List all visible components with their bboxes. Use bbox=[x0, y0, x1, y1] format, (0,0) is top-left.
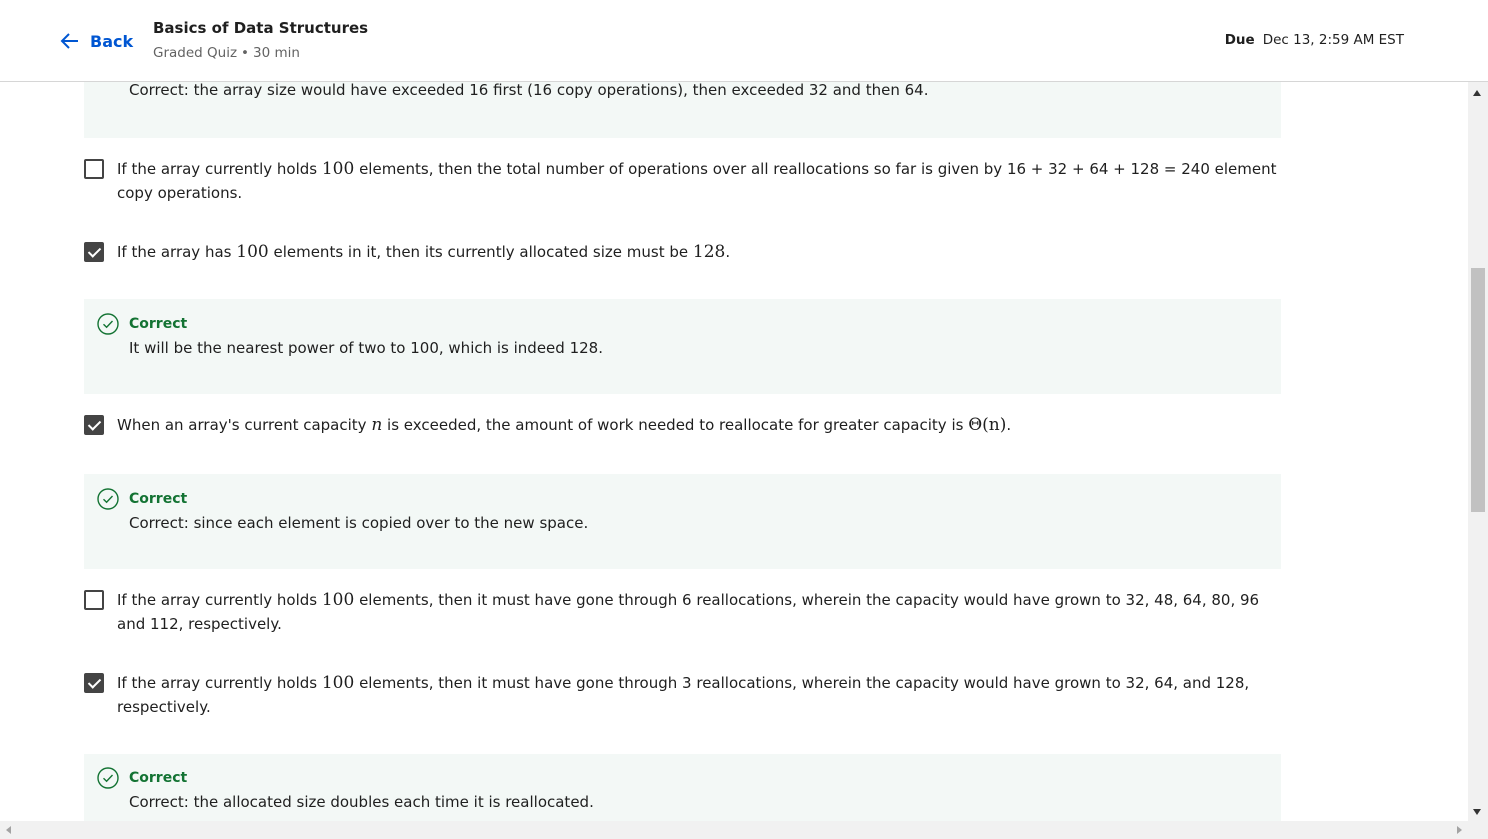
answer-option: If the array currently holds 100 element… bbox=[84, 157, 1277, 205]
feedback-title: Correct bbox=[129, 770, 188, 786]
subtitle-separator: • bbox=[241, 45, 250, 61]
back-button[interactable]: Back bbox=[58, 28, 133, 54]
feedback-text: Correct: since each element is copied ov… bbox=[129, 514, 589, 532]
option-text: If the array currently holds 100 element… bbox=[117, 159, 1277, 202]
option-checkbox[interactable] bbox=[84, 415, 104, 435]
scroll-down-icon[interactable] bbox=[1473, 809, 1481, 815]
option-text: If the array has 100 elements in it, the… bbox=[117, 242, 731, 262]
scroll-up-icon[interactable] bbox=[1473, 90, 1481, 96]
feedback-text: It will be the nearest power of two to 1… bbox=[129, 339, 603, 357]
due-label: Due bbox=[1224, 32, 1255, 48]
option-checkbox[interactable] bbox=[84, 159, 104, 179]
feedback-box: Correct Correct: the allocated size doub… bbox=[84, 754, 1281, 821]
option-text: If the array currently holds 100 element… bbox=[117, 673, 1250, 716]
option-text: If the array currently holds 100 element… bbox=[117, 590, 1260, 633]
check-circle-icon bbox=[97, 313, 119, 335]
feedback-box: Correct Correct: since each element is c… bbox=[84, 474, 1281, 569]
arrow-left-icon bbox=[60, 33, 78, 49]
horizontal-scrollbar[interactable] bbox=[0, 821, 1468, 839]
back-label: Back bbox=[90, 31, 134, 51]
scrollbar-corner bbox=[1468, 821, 1488, 839]
option-checkbox[interactable] bbox=[84, 590, 104, 610]
quiz-type: Graded Quiz bbox=[153, 45, 238, 61]
quiz-content: Correct: the array size would have excee… bbox=[0, 82, 1468, 821]
feedback-text: Correct: the allocated size doubles each… bbox=[129, 793, 594, 811]
scroll-right-icon[interactable] bbox=[1457, 826, 1462, 834]
feedback-text: Correct: the array size would have excee… bbox=[129, 82, 929, 99]
answer-option: If the array has 100 elements in it, the… bbox=[84, 240, 1274, 264]
due-date: Due Dec 13, 2:59 AM EST bbox=[1225, 32, 1404, 48]
feedback-title: Correct bbox=[129, 491, 188, 507]
scroll-left-icon[interactable] bbox=[6, 826, 11, 834]
answer-option: If the array currently holds 100 element… bbox=[84, 588, 1274, 636]
quiz-duration: 30 min bbox=[253, 45, 300, 61]
check-circle-icon bbox=[97, 767, 119, 789]
option-checkbox[interactable] bbox=[84, 242, 104, 262]
page-title: Basics of Data Structures bbox=[153, 19, 369, 37]
scrollbar-thumb[interactable] bbox=[1471, 268, 1485, 512]
answer-option: If the array currently holds 100 element… bbox=[84, 671, 1274, 719]
option-checkbox[interactable] bbox=[84, 673, 104, 693]
answer-option: When an array's current capacity n is ex… bbox=[84, 413, 1274, 437]
feedback-box: Correct: the array size would have excee… bbox=[84, 82, 1281, 138]
vertical-scrollbar[interactable] bbox=[1468, 82, 1488, 821]
check-circle-icon bbox=[97, 488, 119, 510]
feedback-box: Correct It will be the nearest power of … bbox=[84, 299, 1281, 394]
option-text: When an array's current capacity n is ex… bbox=[117, 415, 1012, 435]
due-value: Dec 13, 2:59 AM EST bbox=[1262, 32, 1404, 48]
feedback-title: Correct bbox=[129, 316, 188, 332]
quiz-header: Back Basics of Data Structures Graded Qu… bbox=[0, 0, 1488, 82]
quiz-subtitle: Graded Quiz • 30 min bbox=[153, 45, 300, 61]
